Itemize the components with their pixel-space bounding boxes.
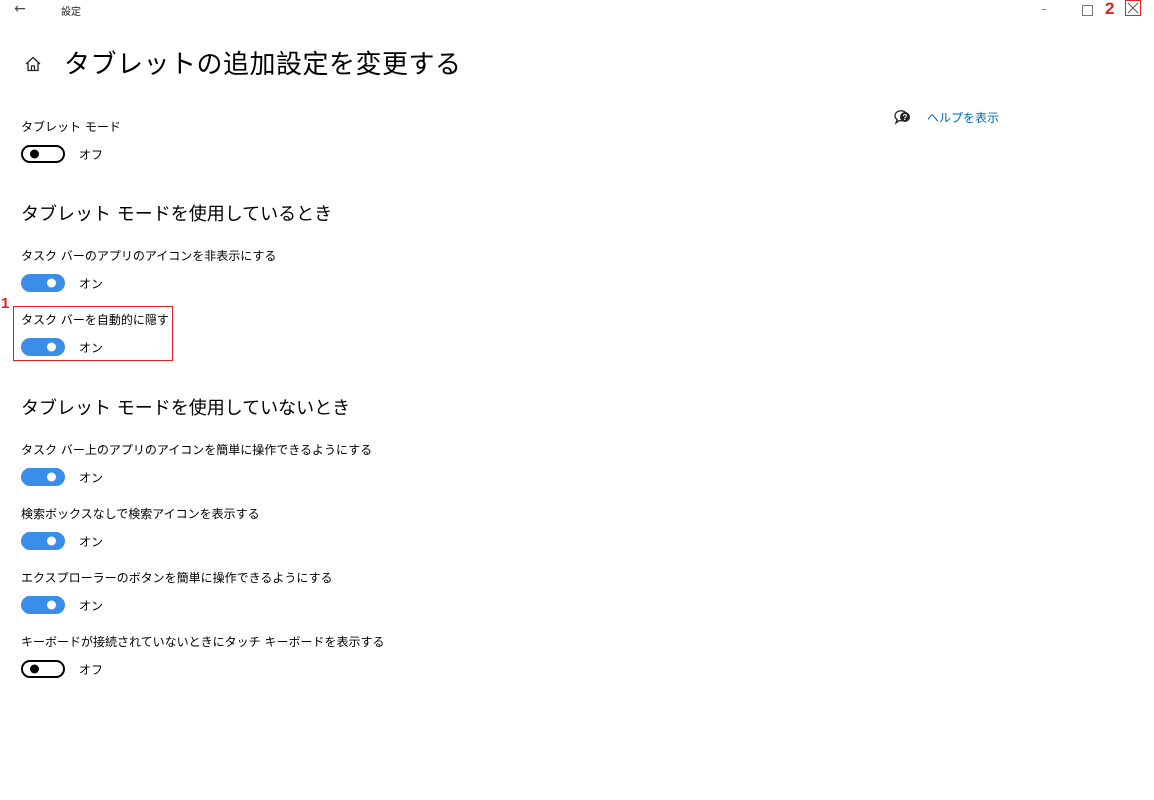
easy-taskbar-icons-toggle-row[interactable]: オン — [21, 467, 103, 487]
toggle-knob — [30, 664, 39, 674]
toggle-knob — [47, 472, 56, 482]
easy-taskbar-icons-toggle[interactable] — [21, 468, 65, 486]
toggle-knob — [47, 536, 56, 546]
toggle-knob — [47, 342, 56, 352]
touch-keyboard-toggle[interactable] — [21, 660, 65, 678]
section-heading-not-using: タブレット モードを使用していないとき — [21, 398, 351, 419]
toggle-knob — [30, 149, 39, 159]
annotation-step-1: 1 — [1, 295, 10, 312]
annotation-step-2: 2 — [1105, 0, 1115, 18]
explorer-buttons-toggle-row[interactable]: オン — [21, 595, 103, 615]
setting-label-auto-hide-taskbar: タスク バーを自動的に隠す — [21, 313, 169, 327]
svg-text:?: ? — [903, 113, 908, 122]
setting-label-easy-taskbar-icons: タスク バー上のアプリのアイコンを簡単に操作できるようにする — [21, 443, 373, 457]
tablet-mode-toggle-row[interactable]: オフ — [21, 144, 103, 164]
help-link-text[interactable]: ヘルプを表示 — [927, 109, 999, 126]
close-icon — [1127, 2, 1139, 14]
toggle-knob — [47, 600, 56, 610]
window-title: 設定 — [61, 7, 81, 18]
tablet-mode-label: タブレット モード — [21, 120, 121, 134]
setting-label-explorer-buttons: エクスプローラーのボタンを簡単に操作できるようにする — [21, 571, 333, 585]
toggle-knob — [47, 278, 56, 288]
help-link[interactable]: ? ヘルプを表示 — [893, 108, 999, 126]
maximize-button[interactable] — [1082, 5, 1093, 16]
explorer-buttons-toggle[interactable] — [21, 596, 65, 614]
toggle-state-text: オフ — [79, 147, 104, 162]
auto-hide-taskbar-toggle[interactable] — [21, 338, 65, 356]
title-bar: ← 設定 – 2 — [0, 0, 1154, 20]
help-chat-icon: ? — [894, 110, 910, 125]
home-icon[interactable] — [24, 55, 42, 73]
section-heading-using: タブレット モードを使用しているとき — [21, 204, 333, 225]
setting-label-hide-app-icons: タスク バーのアプリのアイコンを非表示にする — [21, 249, 277, 263]
tablet-mode-toggle[interactable] — [21, 145, 65, 163]
search-icon-toggle[interactable] — [21, 532, 65, 550]
auto-hide-taskbar-toggle-row[interactable]: オン — [21, 337, 103, 357]
setting-label-search-icon: 検索ボックスなしで検索アイコンを表示する — [21, 507, 260, 521]
toggle-state-text: オフ — [79, 662, 104, 677]
search-icon-toggle-row[interactable]: オン — [21, 531, 103, 551]
back-arrow-icon[interactable]: ← — [10, 0, 30, 18]
minimize-button[interactable]: – — [1036, 1, 1052, 17]
toggle-state-text: オン — [79, 470, 104, 485]
close-button[interactable] — [1125, 0, 1141, 16]
page-title: タブレットの追加設定を変更する — [64, 50, 462, 80]
hide-app-icons-toggle[interactable] — [21, 274, 65, 292]
toggle-state-text: オン — [79, 276, 104, 291]
toggle-state-text: オン — [79, 534, 104, 549]
toggle-state-text: オン — [79, 340, 104, 355]
hide-app-icons-toggle-row[interactable]: オン — [21, 273, 103, 293]
toggle-state-text: オン — [79, 598, 104, 613]
touch-keyboard-toggle-row[interactable]: オフ — [21, 659, 103, 679]
setting-label-touch-keyboard: キーボードが接続されていないときにタッチ キーボードを表示する — [21, 635, 385, 649]
